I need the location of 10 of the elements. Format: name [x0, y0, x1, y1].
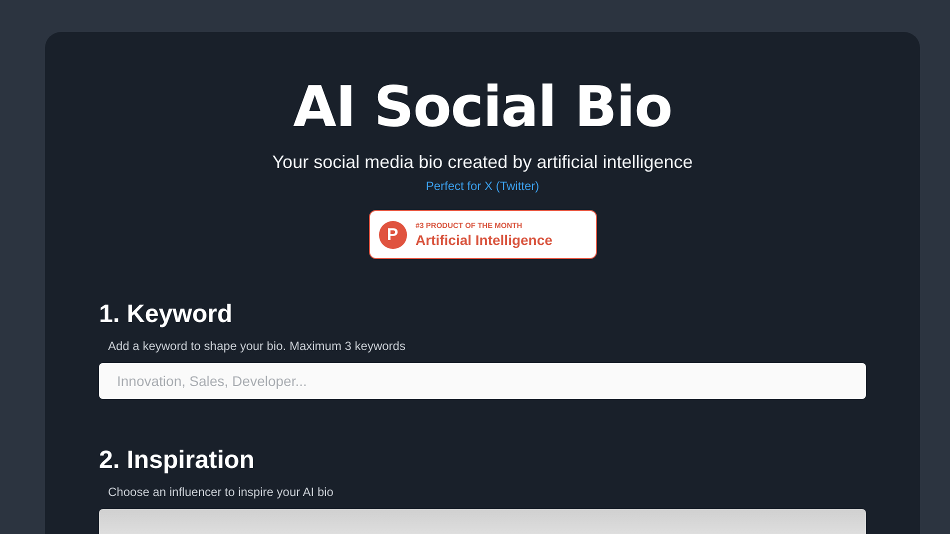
section-heading: 2. Inspiration: [99, 445, 256, 475]
badge-category: Artificial Intelligence: [416, 232, 552, 248]
tagline-link[interactable]: Perfect for X (Twitter): [426, 179, 540, 193]
section-heading: 1. Keyword: [99, 299, 234, 329]
subtitle: Your social media bio created by artificial intelligence: [272, 152, 693, 173]
keyword-input-field[interactable]: Innovation, Sales, Developer...: [99, 363, 866, 399]
p-logo-icon: P: [378, 220, 406, 248]
page-title: AI Social Bio: [293, 74, 672, 142]
section-hint: Choose an influencer to inspire your AI bio: [108, 485, 334, 499]
section-hint: Add a keyword to shape your bio. Maximum 3 keywords: [108, 339, 406, 353]
